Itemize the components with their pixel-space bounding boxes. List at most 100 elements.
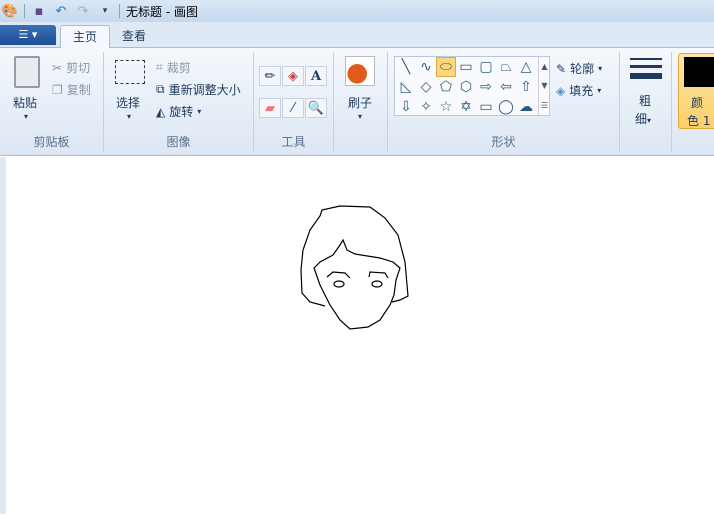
- ribbon-tabs: ☰ ▾ 主页 查看: [0, 22, 714, 48]
- oval-callout-shape-icon[interactable]: ◯: [496, 97, 516, 117]
- fill-button[interactable]: ◈ 填充 ▾: [556, 82, 601, 99]
- size-label-1: 粗: [639, 94, 652, 108]
- triangle-shape-icon[interactable]: △: [516, 57, 536, 77]
- line-shape-icon[interactable]: ╲: [396, 57, 416, 77]
- left-eye: [333, 280, 345, 288]
- divider: [24, 4, 25, 18]
- magnifier-icon[interactable]: 🔍: [305, 98, 327, 118]
- color1-label-1: 颜: [691, 96, 704, 110]
- color1-label-2: 色 1: [687, 114, 711, 128]
- copy-icon: ❐: [52, 82, 63, 97]
- select-dropdown-icon[interactable]: ▾: [127, 112, 131, 121]
- copy-button[interactable]: ❐ 复制: [52, 81, 91, 98]
- resize-icon: ⧉: [156, 82, 165, 96]
- size-dropdown-icon: ▾: [647, 116, 652, 125]
- customize-toolbar-icon[interactable]: ▾: [97, 3, 113, 19]
- save-icon[interactable]: ▪: [31, 3, 47, 19]
- eraser-icon[interactable]: ▰: [259, 98, 281, 118]
- tab-view[interactable]: 查看: [110, 25, 158, 48]
- select-icon[interactable]: [115, 60, 145, 84]
- clipboard-group: 粘贴 ▾ ✂ 剪切 ❐ 复制 剪贴板: [0, 52, 104, 152]
- face-drawing: [300, 205, 409, 330]
- crop-icon: ⌗: [156, 60, 163, 74]
- copy-label: 复制: [66, 83, 91, 97]
- shapes-gallery: ╲ ∿ ⬭ ▭ ▢ ⏢ △ ◺ ◇ ⬠ ⬡ ⇨ ⇦ ⇧ ⇩ ✧ ☆ ✡ ▭ ◯ …: [394, 56, 550, 116]
- pencil-icon[interactable]: ✏: [259, 66, 281, 86]
- hair-outline: [300, 205, 409, 307]
- brush-icon: [345, 56, 375, 86]
- four-point-star-shape-icon[interactable]: ✧: [416, 97, 436, 117]
- rounded-rectangle-shape-icon[interactable]: ▢: [476, 57, 496, 77]
- up-arrow-shape-icon[interactable]: ⇧: [516, 77, 536, 97]
- fill-bucket-icon[interactable]: ◈: [282, 66, 304, 86]
- down-arrow-shape-icon[interactable]: ⇩: [396, 97, 416, 117]
- color1-button[interactable]: 颜 色 1: [678, 53, 714, 129]
- cut-button[interactable]: ✂ 剪切: [52, 59, 90, 76]
- size-button[interactable]: 粗 细▾: [620, 52, 672, 152]
- outline-label: 轮廓: [570, 62, 595, 76]
- scissors-icon: ✂: [52, 60, 63, 75]
- fill-label: 填充: [569, 84, 594, 98]
- canvas-workspace-edge: [0, 157, 6, 514]
- divider: [119, 4, 120, 18]
- rectangle-shape-icon[interactable]: ▭: [456, 57, 476, 77]
- hexagon-shape-icon[interactable]: ⬡: [456, 77, 476, 97]
- curve-shape-icon[interactable]: ∿: [416, 57, 436, 77]
- paste-icon[interactable]: [14, 56, 40, 88]
- diamond-shape-icon[interactable]: ◇: [416, 77, 436, 97]
- rotate-button[interactable]: ◭ 旋转 ▾: [156, 103, 201, 120]
- rotate-icon: ◭: [156, 104, 166, 119]
- paint-app-icon[interactable]: 🎨: [2, 3, 18, 19]
- oval-shape-icon[interactable]: ⬭: [436, 57, 456, 77]
- size-label-2: 细▾: [635, 110, 651, 127]
- clipboard-group-label: 剪贴板: [33, 135, 70, 149]
- text-icon[interactable]: A: [305, 66, 327, 86]
- polygon-shape-icon[interactable]: ⏢: [496, 57, 516, 77]
- five-point-star-shape-icon[interactable]: ☆: [436, 97, 456, 117]
- paste-button[interactable]: 粘贴: [13, 94, 37, 111]
- file-menu-button[interactable]: ☰ ▾: [0, 25, 56, 45]
- select-button[interactable]: 选择: [116, 94, 140, 111]
- expand-gallery-icon[interactable]: ☰: [541, 101, 548, 110]
- cloud-callout-shape-icon[interactable]: ☁: [516, 97, 536, 117]
- crop-label: 裁剪: [166, 61, 191, 75]
- left-eyebrow: [326, 271, 351, 279]
- size-line-thick: [630, 73, 662, 79]
- size-line-thin: [630, 58, 662, 60]
- ribbon: 粘贴 ▾ ✂ 剪切 ❐ 复制 剪贴板 选择 ▾ ⌗ 裁剪 ⧉ 重新调整大小 ◭ 旋转 ▾ 图…: [0, 48, 714, 156]
- color-picker-icon[interactable]: ⁄: [282, 98, 304, 118]
- scroll-down-icon[interactable]: ▼: [541, 81, 547, 90]
- size-line-medium: [630, 65, 662, 68]
- tab-home[interactable]: 主页: [60, 25, 111, 48]
- title-bar: 🎨 ▪ ↶ ↷ ▾ 无标题 - 画图: [0, 0, 714, 22]
- left-arrow-shape-icon[interactable]: ⇦: [496, 77, 516, 97]
- rect-callout-shape-icon[interactable]: ▭: [476, 97, 496, 117]
- right-eye: [371, 280, 383, 288]
- six-point-star-shape-icon[interactable]: ✡: [456, 97, 476, 117]
- face-outline: [313, 238, 401, 330]
- crop-button[interactable]: ⌗ 裁剪: [156, 59, 191, 76]
- shapes-group-label: 形状: [491, 135, 516, 149]
- window-title: 无标题 - 画图: [126, 4, 198, 19]
- tools-group-label: 工具: [281, 135, 306, 149]
- pentagon-shape-icon[interactable]: ⬠: [436, 77, 456, 97]
- outline-button[interactable]: ✎ 轮廓 ▾: [556, 60, 602, 77]
- brushes-group[interactable]: 刷子 ▾: [334, 52, 388, 152]
- shapes-group: ╲ ∿ ⬭ ▭ ▢ ⏢ △ ◺ ◇ ⬠ ⬡ ⇨ ⇦ ⇧ ⇩ ✧ ☆ ✡ ▭ ◯ …: [388, 52, 620, 152]
- outline-pencil-icon: ✎: [556, 61, 567, 76]
- redo-icon[interactable]: ↷: [75, 3, 91, 19]
- resize-button[interactable]: ⧉ 重新调整大小: [156, 81, 241, 98]
- undo-icon[interactable]: ↶: [53, 3, 69, 19]
- paste-dropdown-icon[interactable]: ▾: [24, 112, 28, 121]
- right-triangle-shape-icon[interactable]: ◺: [396, 77, 416, 97]
- drawing-canvas[interactable]: [0, 157, 714, 514]
- image-group: 选择 ▾ ⌗ 裁剪 ⧉ 重新调整大小 ◭ 旋转 ▾ 图像: [104, 52, 254, 152]
- scroll-up-icon[interactable]: ▲: [541, 62, 547, 71]
- fill-icon: ◈: [556, 83, 566, 98]
- shapes-scrollbar[interactable]: ▲ ▼ ☰: [538, 57, 550, 115]
- rotate-label: 旋转: [169, 105, 194, 119]
- size-label-2-text: 细: [635, 112, 648, 126]
- rotate-dropdown-icon: ▾: [197, 107, 202, 116]
- right-arrow-shape-icon[interactable]: ⇨: [476, 77, 496, 97]
- cut-label: 剪切: [66, 61, 91, 75]
